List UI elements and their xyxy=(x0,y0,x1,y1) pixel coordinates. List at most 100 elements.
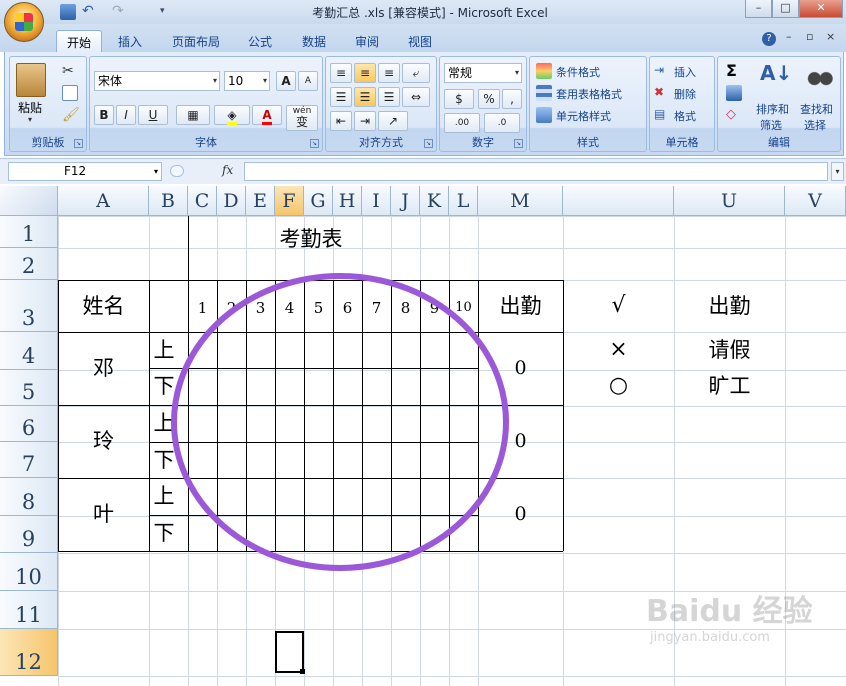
align-bottom-button[interactable]: ≡ xyxy=(378,63,400,83)
customize-qat-icon[interactable]: ▾ xyxy=(160,4,176,20)
grow-font-button[interactable]: A xyxy=(276,71,296,91)
minimize-button[interactable]: – xyxy=(745,0,772,18)
find-select-icon[interactable] xyxy=(806,63,834,89)
font-color-icon: A xyxy=(262,108,272,125)
clear-icon[interactable]: ◇ xyxy=(726,107,742,123)
fill-color-button[interactable]: ◈ xyxy=(214,105,250,125)
increase-indent-button[interactable]: ⇥ xyxy=(354,111,376,131)
formula-splitter-icon[interactable] xyxy=(170,165,184,177)
ribbon-restore-icon[interactable]: ▫ xyxy=(806,30,813,43)
maximize-button[interactable]: □ xyxy=(772,0,799,18)
shrink-font-button[interactable]: A xyxy=(298,71,318,91)
bold-button[interactable]: B xyxy=(94,105,114,125)
name-box[interactable]: F12 ▾ xyxy=(8,162,162,181)
sort-filter-button[interactable]: 排序和 xyxy=(756,101,789,117)
formula-bar: F12 ▾ fx ▾ xyxy=(0,158,846,184)
ribbon-close-icon[interactable]: × xyxy=(826,30,835,43)
redo-icon[interactable]: ↷ xyxy=(112,4,128,20)
fill-icon[interactable] xyxy=(726,85,742,101)
wrap-text-button[interactable]: ⤶ xyxy=(402,63,430,83)
format-as-table-button[interactable]: 套用表格格式 xyxy=(556,86,622,102)
expand-formula-bar-icon[interactable]: ▾ xyxy=(831,162,844,181)
clipboard-launcher-icon[interactable]: ↘ xyxy=(74,139,83,148)
underline-button[interactable]: U xyxy=(138,105,168,125)
borders-icon: ▦ xyxy=(187,108,199,122)
annotation-circle xyxy=(171,273,509,571)
fx-area: fx xyxy=(170,162,240,181)
format-painter-icon[interactable]: 🖌 xyxy=(62,107,80,123)
styles-label: 样式 xyxy=(577,136,599,149)
autosum-button[interactable]: Σ xyxy=(726,61,737,80)
font-size-select[interactable]: 10 ▾ xyxy=(224,71,270,91)
align-top-button[interactable]: ≡ xyxy=(330,63,352,83)
close-button[interactable]: ✕ xyxy=(799,0,843,18)
align-right-button[interactable]: ☰ xyxy=(378,87,400,107)
font-launcher-icon[interactable]: ↘ xyxy=(310,139,319,148)
alignment-launcher-icon[interactable]: ↘ xyxy=(424,139,433,148)
ribbon-tabs: 开始 插入 页面布局 公式 数据 审阅 视图 ? – ▫ × xyxy=(0,24,846,52)
increase-decimal-button[interactable]: .00 xyxy=(444,113,480,133)
cell-styles-icon xyxy=(536,107,552,123)
sort-filter-button-2[interactable]: 筛选 xyxy=(760,117,782,133)
phonetic-bian: 变 xyxy=(295,115,308,129)
merge-center-button[interactable]: ⇔ xyxy=(402,87,430,107)
borders-button[interactable]: ▦ xyxy=(176,105,210,125)
tab-review[interactable]: 审阅 xyxy=(345,30,389,52)
watermark: Baidu 经验 jingyan.baidu.com xyxy=(646,586,846,676)
paste-dropdown-icon[interactable]: ▾ xyxy=(28,115,32,124)
tab-insert[interactable]: 插入 xyxy=(108,30,152,52)
comma-button[interactable]: , xyxy=(502,89,522,109)
office-logo-icon xyxy=(15,13,33,31)
font-label: 字体 xyxy=(195,136,217,149)
delete-cells-button[interactable]: 删除 xyxy=(674,86,696,102)
align-center-button[interactable]: ☰ xyxy=(354,87,376,107)
italic-button[interactable]: I xyxy=(116,105,136,125)
insert-cells-icon: ⇥ xyxy=(654,63,665,77)
find-select-button-2[interactable]: 选择 xyxy=(804,117,826,133)
copy-icon[interactable] xyxy=(62,85,78,101)
format-cells-button[interactable]: 格式 xyxy=(674,108,696,124)
help-icon[interactable]: ? xyxy=(762,32,776,46)
font-color-button[interactable]: A xyxy=(252,105,282,125)
paste-button[interactable]: 粘贴 xyxy=(18,99,42,116)
percent-button[interactable]: % xyxy=(478,89,500,109)
paste-icon[interactable] xyxy=(16,63,46,97)
decrease-indent-button[interactable]: ⇤ xyxy=(330,111,352,131)
conditional-format-button[interactable]: 条件格式 xyxy=(556,64,600,80)
accounting-format-button[interactable]: $ xyxy=(444,89,474,109)
tab-home[interactable]: 开始 xyxy=(56,30,103,52)
cells-label: 单元格 xyxy=(665,136,699,149)
align-middle-button[interactable]: ≡ xyxy=(354,63,376,83)
tab-data[interactable]: 数据 xyxy=(292,30,336,52)
decrease-decimal-button[interactable]: .0 xyxy=(484,113,520,133)
undo-icon[interactable]: ↶ xyxy=(82,4,98,20)
font-name-select[interactable]: 宋体 ▾ xyxy=(94,71,220,91)
cut-icon[interactable]: ✂ xyxy=(62,63,78,79)
format-as-table-icon xyxy=(536,85,552,101)
number-format-select[interactable]: 常规 ▾ xyxy=(444,63,522,83)
cells-group: ⇥ 插入 ✖ 删除 ▤ 格式 单元格 xyxy=(649,56,715,152)
tab-view[interactable]: 视图 xyxy=(398,30,442,52)
watermark-url: jingyan.baidu.com xyxy=(650,630,770,645)
window-title: 考勤汇总 .xls [兼容模式] - Microsoft Excel xyxy=(312,6,548,20)
save-icon[interactable] xyxy=(60,4,76,20)
formula-input[interactable] xyxy=(244,162,828,181)
sort-filter-icon[interactable]: A↓ xyxy=(760,61,792,89)
styles-group: 条件格式 套用表格格式 单元格样式 样式 xyxy=(529,56,647,152)
tab-page-layout[interactable]: 页面布局 xyxy=(162,30,230,52)
cell-styles-button[interactable]: 单元格样式 xyxy=(556,108,611,124)
align-left-button[interactable]: ☰ xyxy=(330,87,352,107)
watermark-text: Baidu 经验 xyxy=(646,594,813,629)
office-button[interactable] xyxy=(4,2,44,42)
ribbon-minimize-icon[interactable]: – xyxy=(786,30,792,43)
number-format-value: 常规 xyxy=(448,66,473,80)
delete-cells-icon: ✖ xyxy=(654,85,665,99)
orientation-button[interactable]: ↗ xyxy=(378,111,408,131)
insert-function-button[interactable]: fx xyxy=(222,163,233,177)
tab-formulas[interactable]: 公式 xyxy=(238,30,282,52)
find-select-button[interactable]: 查找和 xyxy=(800,101,833,117)
number-launcher-icon[interactable]: ↘ xyxy=(514,139,523,148)
font-size-value: 10 xyxy=(228,74,244,88)
phonetic-button[interactable]: wén 变 xyxy=(286,105,318,131)
insert-cells-button[interactable]: 插入 xyxy=(674,64,696,80)
